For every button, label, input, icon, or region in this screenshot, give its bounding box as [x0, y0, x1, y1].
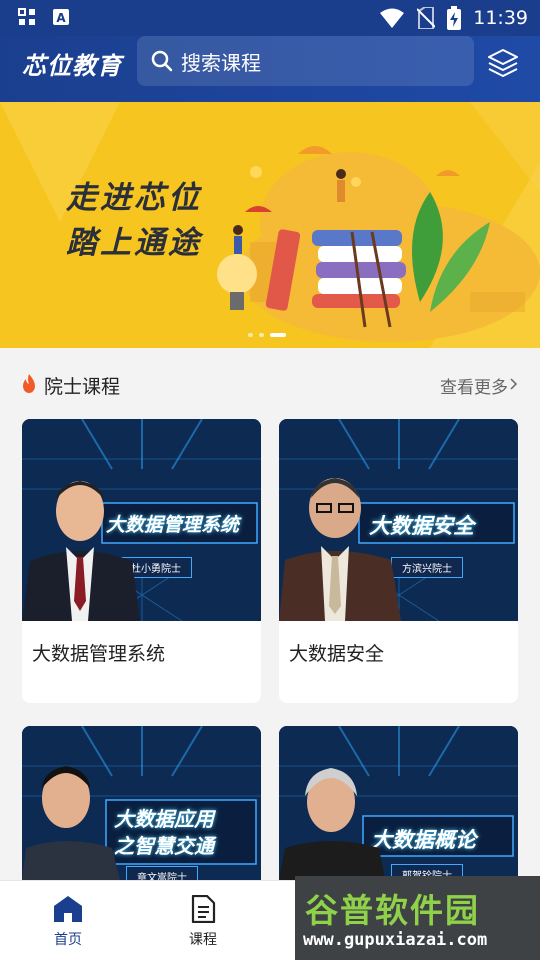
- course-card[interactable]: 大数据应用 之智慧交通 章文嵩院士: [22, 726, 261, 886]
- battery-charging-icon: [447, 6, 462, 30]
- course-card[interactable]: 大数据安全 方滨兴院士 大数据安全: [279, 419, 518, 703]
- status-time: 11:39: [473, 7, 528, 29]
- course-title: 大数据管理系统: [32, 643, 166, 665]
- document-icon: [191, 894, 216, 924]
- fire-icon: [23, 374, 35, 393]
- status-bar: A 11:39: [0, 0, 540, 36]
- svg-text:A: A: [56, 11, 66, 25]
- banner-slogan: 走进芯位 踏上通途: [66, 176, 202, 266]
- course-card[interactable]: 大数据管理系统 杜小勇院士 大数据管理系统: [22, 419, 261, 703]
- watermark: 谷普软件园 www.gupuxiazai.com: [295, 876, 540, 960]
- lecturer-photo: [22, 481, 140, 621]
- nav-home-label: 首页: [54, 932, 82, 948]
- chevron-right-icon[interactable]: [510, 378, 518, 390]
- lecturer-photo: [279, 478, 401, 621]
- watermark-title: 谷普软件园: [305, 891, 480, 930]
- course-thumbnail: 大数据概论 郭贺铨院士: [279, 726, 518, 886]
- course-card[interactable]: 大数据概论 郭贺铨院士: [279, 726, 518, 886]
- banner-slogan-line2: 踏上通途: [66, 225, 202, 261]
- search-input[interactable]: 搜索课程: [137, 36, 474, 86]
- section-title: 院士课程: [44, 376, 121, 398]
- promo-banner[interactable]: 走进芯位 踏上通途: [0, 102, 540, 348]
- course-title: 大数据安全: [289, 643, 385, 665]
- course-thumbnail: 大数据安全 方滨兴院士: [279, 419, 518, 621]
- view-more-link[interactable]: 查看更多: [440, 373, 508, 398]
- search-placeholder: 搜索课程: [181, 50, 261, 75]
- nav-course-label: 课程: [189, 932, 217, 948]
- search-icon: [151, 50, 173, 72]
- course-thumbnail: 大数据管理系统 杜小勇院士: [22, 419, 261, 621]
- lecturer-photo: [22, 766, 120, 880]
- watermark-url: www.gupuxiazai.com: [303, 930, 488, 950]
- wifi-icon: [380, 8, 405, 28]
- grid-icon: [18, 8, 35, 25]
- banner-slogan-line1: 走进芯位: [66, 180, 202, 216]
- no-sim-icon: [417, 7, 436, 29]
- nav-home[interactable]: 首页: [38, 895, 98, 949]
- carousel-dot-active[interactable]: [270, 333, 286, 337]
- home-icon: [54, 896, 82, 922]
- section-header: 院士课程 查看更多: [0, 348, 540, 418]
- a-badge-icon: A: [53, 9, 69, 25]
- layers-icon[interactable]: [486, 46, 520, 80]
- course-thumbnail: 大数据应用 之智慧交通 章文嵩院士: [22, 726, 261, 886]
- carousel-indicator: [248, 333, 286, 337]
- app-header: 芯位教育 搜索课程: [0, 36, 540, 102]
- lecturer-photo: [279, 768, 385, 880]
- carousel-dot[interactable]: [248, 333, 253, 337]
- carousel-dot[interactable]: [259, 333, 264, 337]
- app-logo: 芯位教育: [22, 52, 122, 80]
- nav-course[interactable]: 课程: [173, 894, 233, 949]
